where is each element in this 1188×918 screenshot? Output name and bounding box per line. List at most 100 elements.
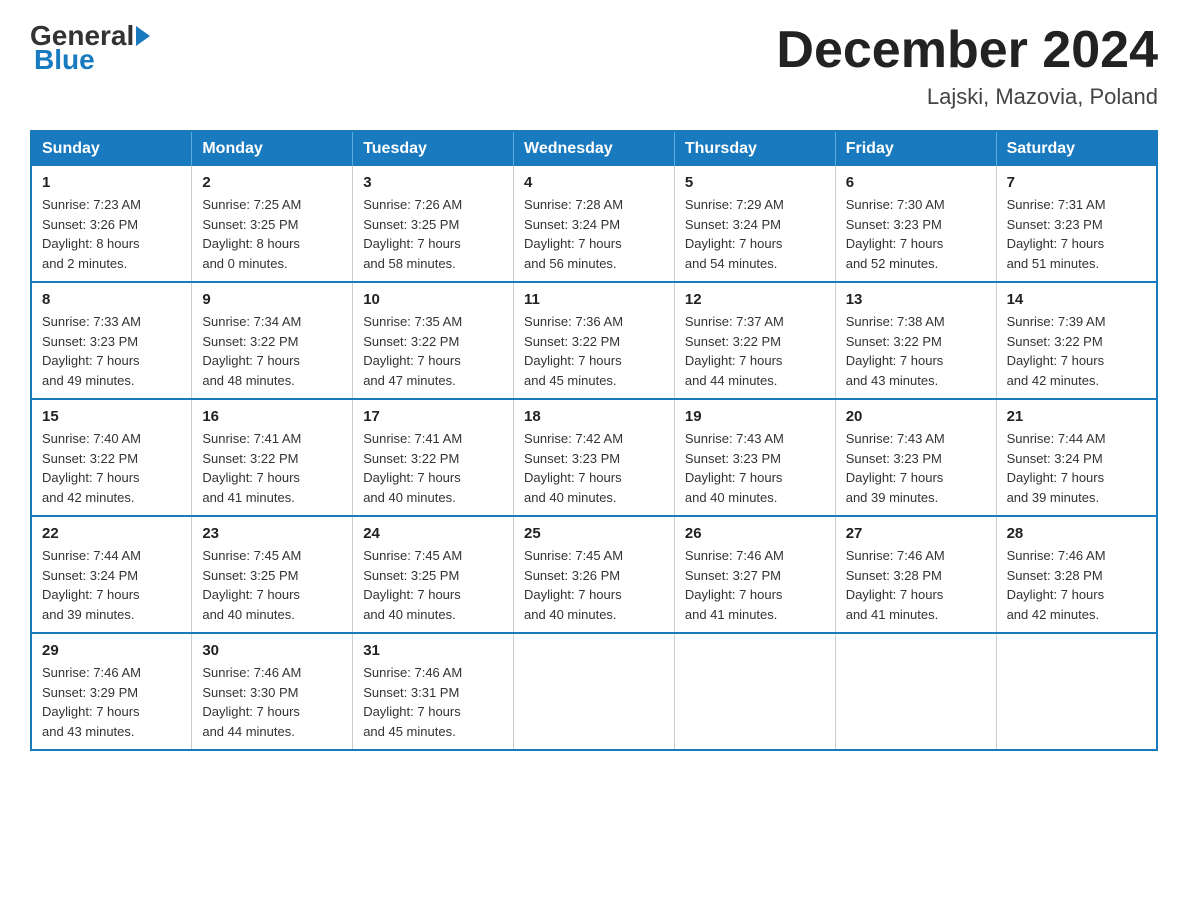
day-info: Sunrise: 7:46 AMSunset: 3:27 PMDaylight:… bbox=[685, 546, 825, 624]
calendar-cell: 26 Sunrise: 7:46 AMSunset: 3:27 PMDaylig… bbox=[674, 516, 835, 633]
page-header: General Blue December 2024 Lajski, Mazov… bbox=[30, 20, 1158, 110]
day-info: Sunrise: 7:43 AMSunset: 3:23 PMDaylight:… bbox=[846, 429, 986, 507]
calendar-cell: 23 Sunrise: 7:45 AMSunset: 3:25 PMDaylig… bbox=[192, 516, 353, 633]
day-number: 7 bbox=[1007, 174, 1146, 191]
day-info: Sunrise: 7:42 AMSunset: 3:23 PMDaylight:… bbox=[524, 429, 664, 507]
day-info: Sunrise: 7:23 AMSunset: 3:26 PMDaylight:… bbox=[42, 195, 181, 273]
day-number: 4 bbox=[524, 174, 664, 191]
header-saturday: Saturday bbox=[996, 131, 1157, 166]
calendar-cell: 31 Sunrise: 7:46 AMSunset: 3:31 PMDaylig… bbox=[353, 633, 514, 750]
calendar-cell: 30 Sunrise: 7:46 AMSunset: 3:30 PMDaylig… bbox=[192, 633, 353, 750]
calendar-cell: 21 Sunrise: 7:44 AMSunset: 3:24 PMDaylig… bbox=[996, 399, 1157, 516]
day-number: 14 bbox=[1007, 291, 1146, 308]
calendar-cell: 15 Sunrise: 7:40 AMSunset: 3:22 PMDaylig… bbox=[31, 399, 192, 516]
day-number: 13 bbox=[846, 291, 986, 308]
calendar-week-row: 29 Sunrise: 7:46 AMSunset: 3:29 PMDaylig… bbox=[31, 633, 1157, 750]
calendar-cell bbox=[996, 633, 1157, 750]
calendar-cell: 4 Sunrise: 7:28 AMSunset: 3:24 PMDayligh… bbox=[514, 166, 675, 282]
day-number: 5 bbox=[685, 174, 825, 191]
calendar-cell bbox=[674, 633, 835, 750]
day-info: Sunrise: 7:26 AMSunset: 3:25 PMDaylight:… bbox=[363, 195, 503, 273]
calendar-cell: 29 Sunrise: 7:46 AMSunset: 3:29 PMDaylig… bbox=[31, 633, 192, 750]
calendar-cell: 9 Sunrise: 7:34 AMSunset: 3:22 PMDayligh… bbox=[192, 282, 353, 399]
day-info: Sunrise: 7:46 AMSunset: 3:30 PMDaylight:… bbox=[202, 663, 342, 741]
day-info: Sunrise: 7:34 AMSunset: 3:22 PMDaylight:… bbox=[202, 312, 342, 390]
calendar-week-row: 8 Sunrise: 7:33 AMSunset: 3:23 PMDayligh… bbox=[31, 282, 1157, 399]
day-number: 21 bbox=[1007, 408, 1146, 425]
calendar-cell: 2 Sunrise: 7:25 AMSunset: 3:25 PMDayligh… bbox=[192, 166, 353, 282]
day-number: 16 bbox=[202, 408, 342, 425]
calendar-week-row: 22 Sunrise: 7:44 AMSunset: 3:24 PMDaylig… bbox=[31, 516, 1157, 633]
day-info: Sunrise: 7:35 AMSunset: 3:22 PMDaylight:… bbox=[363, 312, 503, 390]
calendar-cell: 19 Sunrise: 7:43 AMSunset: 3:23 PMDaylig… bbox=[674, 399, 835, 516]
calendar-cell: 28 Sunrise: 7:46 AMSunset: 3:28 PMDaylig… bbox=[996, 516, 1157, 633]
day-info: Sunrise: 7:45 AMSunset: 3:26 PMDaylight:… bbox=[524, 546, 664, 624]
day-number: 9 bbox=[202, 291, 342, 308]
day-info: Sunrise: 7:30 AMSunset: 3:23 PMDaylight:… bbox=[846, 195, 986, 273]
calendar-cell: 25 Sunrise: 7:45 AMSunset: 3:26 PMDaylig… bbox=[514, 516, 675, 633]
header-thursday: Thursday bbox=[674, 131, 835, 166]
header-friday: Friday bbox=[835, 131, 996, 166]
calendar-cell bbox=[835, 633, 996, 750]
calendar-cell: 5 Sunrise: 7:29 AMSunset: 3:24 PMDayligh… bbox=[674, 166, 835, 282]
day-info: Sunrise: 7:36 AMSunset: 3:22 PMDaylight:… bbox=[524, 312, 664, 390]
day-number: 25 bbox=[524, 525, 664, 542]
calendar-cell: 20 Sunrise: 7:43 AMSunset: 3:23 PMDaylig… bbox=[835, 399, 996, 516]
day-number: 27 bbox=[846, 525, 986, 542]
header-tuesday: Tuesday bbox=[353, 131, 514, 166]
day-number: 12 bbox=[685, 291, 825, 308]
day-info: Sunrise: 7:37 AMSunset: 3:22 PMDaylight:… bbox=[685, 312, 825, 390]
day-number: 2 bbox=[202, 174, 342, 191]
title-section: December 2024 Lajski, Mazovia, Poland bbox=[776, 20, 1158, 110]
calendar-cell: 24 Sunrise: 7:45 AMSunset: 3:25 PMDaylig… bbox=[353, 516, 514, 633]
day-info: Sunrise: 7:38 AMSunset: 3:22 PMDaylight:… bbox=[846, 312, 986, 390]
calendar-cell: 16 Sunrise: 7:41 AMSunset: 3:22 PMDaylig… bbox=[192, 399, 353, 516]
day-info: Sunrise: 7:46 AMSunset: 3:28 PMDaylight:… bbox=[846, 546, 986, 624]
calendar-cell: 11 Sunrise: 7:36 AMSunset: 3:22 PMDaylig… bbox=[514, 282, 675, 399]
day-info: Sunrise: 7:41 AMSunset: 3:22 PMDaylight:… bbox=[202, 429, 342, 507]
day-info: Sunrise: 7:31 AMSunset: 3:23 PMDaylight:… bbox=[1007, 195, 1146, 273]
calendar-cell: 22 Sunrise: 7:44 AMSunset: 3:24 PMDaylig… bbox=[31, 516, 192, 633]
day-info: Sunrise: 7:44 AMSunset: 3:24 PMDaylight:… bbox=[1007, 429, 1146, 507]
day-info: Sunrise: 7:45 AMSunset: 3:25 PMDaylight:… bbox=[363, 546, 503, 624]
day-number: 22 bbox=[42, 525, 181, 542]
header-monday: Monday bbox=[192, 131, 353, 166]
day-info: Sunrise: 7:41 AMSunset: 3:22 PMDaylight:… bbox=[363, 429, 503, 507]
day-number: 8 bbox=[42, 291, 181, 308]
day-number: 19 bbox=[685, 408, 825, 425]
day-info: Sunrise: 7:40 AMSunset: 3:22 PMDaylight:… bbox=[42, 429, 181, 507]
day-number: 1 bbox=[42, 174, 181, 191]
calendar-cell: 1 Sunrise: 7:23 AMSunset: 3:26 PMDayligh… bbox=[31, 166, 192, 282]
calendar-cell: 12 Sunrise: 7:37 AMSunset: 3:22 PMDaylig… bbox=[674, 282, 835, 399]
day-info: Sunrise: 7:45 AMSunset: 3:25 PMDaylight:… bbox=[202, 546, 342, 624]
calendar-week-row: 1 Sunrise: 7:23 AMSunset: 3:26 PMDayligh… bbox=[31, 166, 1157, 282]
logo-blue-text: Blue bbox=[34, 44, 95, 76]
header-sunday: Sunday bbox=[31, 131, 192, 166]
day-number: 28 bbox=[1007, 525, 1146, 542]
location-subtitle: Lajski, Mazovia, Poland bbox=[776, 84, 1158, 110]
day-number: 10 bbox=[363, 291, 503, 308]
day-number: 6 bbox=[846, 174, 986, 191]
calendar-header-row: SundayMondayTuesdayWednesdayThursdayFrid… bbox=[31, 131, 1157, 166]
day-info: Sunrise: 7:29 AMSunset: 3:24 PMDaylight:… bbox=[685, 195, 825, 273]
day-number: 24 bbox=[363, 525, 503, 542]
calendar-cell: 8 Sunrise: 7:33 AMSunset: 3:23 PMDayligh… bbox=[31, 282, 192, 399]
day-info: Sunrise: 7:39 AMSunset: 3:22 PMDaylight:… bbox=[1007, 312, 1146, 390]
day-info: Sunrise: 7:46 AMSunset: 3:28 PMDaylight:… bbox=[1007, 546, 1146, 624]
day-number: 15 bbox=[42, 408, 181, 425]
calendar-cell: 14 Sunrise: 7:39 AMSunset: 3:22 PMDaylig… bbox=[996, 282, 1157, 399]
calendar-cell: 27 Sunrise: 7:46 AMSunset: 3:28 PMDaylig… bbox=[835, 516, 996, 633]
day-number: 11 bbox=[524, 291, 664, 308]
calendar-cell: 17 Sunrise: 7:41 AMSunset: 3:22 PMDaylig… bbox=[353, 399, 514, 516]
logo: General Blue bbox=[30, 20, 152, 76]
day-info: Sunrise: 7:43 AMSunset: 3:23 PMDaylight:… bbox=[685, 429, 825, 507]
day-number: 31 bbox=[363, 642, 503, 659]
day-number: 23 bbox=[202, 525, 342, 542]
calendar-cell: 13 Sunrise: 7:38 AMSunset: 3:22 PMDaylig… bbox=[835, 282, 996, 399]
calendar-table: SundayMondayTuesdayWednesdayThursdayFrid… bbox=[30, 130, 1158, 751]
day-number: 20 bbox=[846, 408, 986, 425]
calendar-cell: 18 Sunrise: 7:42 AMSunset: 3:23 PMDaylig… bbox=[514, 399, 675, 516]
logo-triangle-icon bbox=[136, 26, 150, 46]
month-title: December 2024 bbox=[776, 20, 1158, 80]
day-number: 29 bbox=[42, 642, 181, 659]
